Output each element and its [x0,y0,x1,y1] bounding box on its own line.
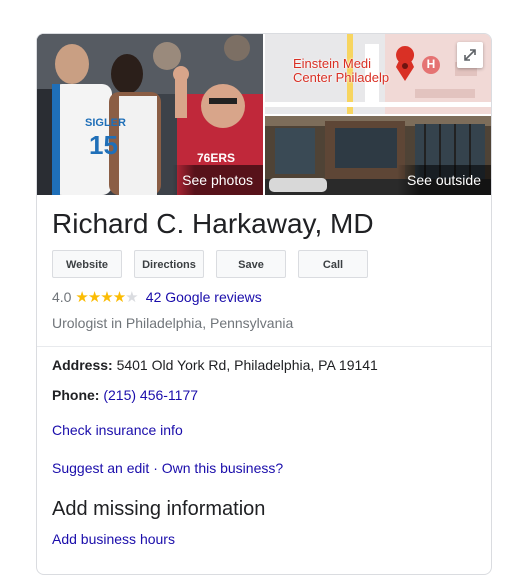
rating-value: 4.0 [52,289,72,305]
business-name: Richard C. Harkaway, MD [52,208,374,239]
photos-thumbnail[interactable]: SIGLER 15 76ERS See photos [37,34,263,195]
insurance-row: Check insurance info [52,422,183,438]
star-icon: ★ [112,289,126,306]
business-category: Urologist in Philadelphia, Pennsylvania [52,315,294,331]
expand-map-button[interactable] [457,42,483,68]
outside-thumbnail[interactable]: See outside [265,116,491,195]
hospital-marker-letter: H [426,57,436,71]
own-business-link[interactable]: Own this business? [162,460,283,476]
star-icon: ★ [75,289,88,306]
address-value: 5401 Old York Rd, Philadelphia, PA 19141 [116,357,378,373]
add-missing-info-heading: Add missing information [52,498,266,520]
map-label-line2: Center Philadelp [293,70,390,85]
directions-button[interactable]: Directions [134,250,204,278]
check-insurance-link[interactable]: Check insurance info [52,422,183,438]
add-hours-row: Add business hours [52,531,175,547]
map-label-line1: Einstein Medi [293,56,372,71]
knowledge-panel: SIGLER 15 76ERS See photos Einstein Medi… [36,33,492,575]
photo-gallery: SIGLER 15 76ERS See photos Einstein Medi… [37,34,491,195]
shirt-text: 76ERS [197,151,235,165]
jersey-name-text: SIGLER [85,117,126,129]
rating-row: 4.0 ★★★★★ 42 Google reviews [52,288,262,306]
jersey-number-text: 15 [89,130,118,160]
phone-link[interactable]: (215) 456-1177 [103,387,198,403]
map-place-label: Einstein Medi Center Philadelp [293,57,389,85]
suggest-edit-link[interactable]: Suggest an edit [52,460,149,476]
add-business-hours-link[interactable]: Add business hours [52,531,175,547]
website-button[interactable]: Website [52,250,122,278]
star-icon: ★ [100,289,113,306]
see-photos-label[interactable]: See photos [172,165,263,195]
see-outside-label[interactable]: See outside [397,165,491,195]
separator-dot: · [153,460,158,476]
call-button[interactable]: Call [298,250,368,278]
phone-row: Phone: (215) 456-1177 [52,387,198,403]
address-row: Address: 5401 Old York Rd, Philadelphia,… [52,357,378,373]
edit-row: Suggest an edit · Own this business? [52,460,283,476]
star-icon: ★ [87,289,101,306]
address-label: Address: [52,357,113,373]
rating-stars: ★★★★★ [75,289,140,306]
expand-icon [464,49,476,61]
phone-label: Phone: [52,387,100,403]
save-button[interactable]: Save [216,250,286,278]
divider [37,346,491,347]
map-thumbnail[interactable]: Einstein Medi Center Philadelp H [265,34,491,114]
google-reviews-link[interactable]: 42 Google reviews [146,289,262,305]
star-empty-icon: ★ [125,289,138,306]
